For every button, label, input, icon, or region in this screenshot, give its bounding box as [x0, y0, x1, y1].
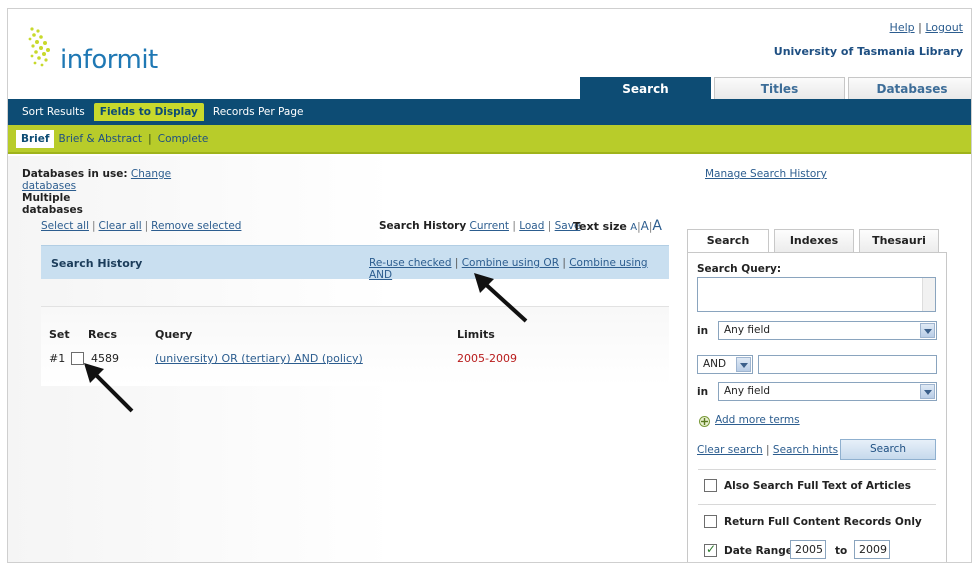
tab-search[interactable]: Search: [580, 77, 711, 99]
query-scrollbar[interactable]: [922, 278, 935, 311]
in-label: in: [697, 386, 709, 398]
nav-fields-to-display[interactable]: Fields to Display: [93, 103, 204, 121]
tab-titles[interactable]: Titles: [714, 77, 845, 99]
nav-records-per-page[interactable]: Records Per Page: [207, 103, 310, 121]
full-text-label: Also Search Full Text of Articles: [724, 480, 912, 492]
row-set: #1: [49, 352, 66, 365]
logo-dots-icon: [28, 27, 50, 67]
search-form-panel: Search Query: in Any field AND in Any fi…: [687, 252, 947, 562]
column-header-query: Query: [155, 328, 193, 341]
search-query-input[interactable]: [697, 277, 936, 312]
reuse-checked-link[interactable]: Re-use checked: [369, 257, 452, 269]
remove-selected-link[interactable]: Remove selected: [151, 220, 241, 232]
date-from-input[interactable]: 2005: [790, 540, 826, 559]
date-to-input[interactable]: 2009: [854, 540, 890, 559]
subnav-brief-abstract[interactable]: Brief & Abstract: [54, 131, 146, 147]
annotation-arrow-icon: [84, 363, 134, 413]
subnav-brief[interactable]: Brief: [16, 129, 55, 148]
databases-value: Multiple databases: [22, 192, 83, 216]
separator: |: [148, 132, 152, 145]
divider: [698, 504, 936, 505]
text-size-medium[interactable]: A: [641, 219, 649, 233]
search-hints-link[interactable]: Search hints: [773, 444, 838, 456]
search-history-title: Search History: [51, 257, 143, 270]
display-options-bar: Brief Brief & Abstract | Complete: [8, 125, 971, 154]
operator-select[interactable]: AND: [697, 355, 753, 374]
annotation-arrow-icon: [474, 273, 528, 323]
history-load-link[interactable]: Load: [519, 220, 544, 232]
tab-databases[interactable]: Databases: [848, 77, 971, 99]
search-query-label: Search Query:: [697, 263, 782, 275]
main-tabs: Search Titles Databases: [577, 77, 971, 99]
search-panel-tabs: Search Indexes Thesauri: [687, 229, 947, 254]
browser-frame: informit Help | Logout University of Tas…: [7, 8, 972, 563]
column-header-recs: Recs: [88, 328, 117, 341]
results-nav-bar: Sort Results Fields to Display Records P…: [8, 99, 971, 125]
text-size-control: Text size A|A|A: [573, 218, 662, 234]
clear-all-link[interactable]: Clear all: [99, 220, 142, 232]
history-links-label: Search History: [379, 220, 467, 232]
text-size-large[interactable]: A: [652, 218, 662, 234]
in-label: in: [697, 325, 709, 337]
informit-logo[interactable]: informit: [26, 25, 186, 79]
top-links: Help | Logout: [890, 21, 963, 34]
selection-links: Select all | Clear all | Remove selected: [41, 220, 242, 232]
logout-link[interactable]: Logout: [925, 21, 963, 34]
combine-or-link[interactable]: Combine using OR: [462, 257, 559, 269]
tab-indexes[interactable]: Indexes: [774, 229, 854, 253]
date-range-label: Date Range:: [724, 545, 798, 557]
operator-value: AND: [703, 358, 727, 370]
manage-search-history-link[interactable]: Manage Search History: [705, 168, 827, 180]
plus-icon[interactable]: [699, 416, 710, 427]
full-content-label: Return Full Content Records Only: [724, 516, 922, 528]
databases-in-use: Databases in use: Change databases Multi…: [22, 168, 222, 216]
full-text-checkbox[interactable]: [704, 479, 717, 492]
logo-text: informit: [60, 45, 158, 75]
column-header-set: Set: [49, 328, 70, 341]
clear-search-link[interactable]: Clear search: [697, 444, 763, 456]
field-select-1-value: Any field: [724, 324, 771, 336]
help-link[interactable]: Help: [890, 21, 915, 34]
search-term-input-2[interactable]: [758, 355, 937, 374]
column-header-limits: Limits: [457, 328, 495, 341]
select-all-link[interactable]: Select all: [41, 220, 89, 232]
tab-thesauri[interactable]: Thesauri: [859, 229, 939, 253]
library-name: University of Tasmania Library: [773, 45, 963, 58]
history-toolbar: Select all | Clear all | Remove selected Sea…: [41, 218, 669, 236]
date-to-label: to: [835, 545, 848, 557]
add-more-terms-link[interactable]: Add more terms: [715, 414, 800, 426]
history-links: Search History Current | Load | Save: [379, 220, 581, 232]
history-current-link[interactable]: Current: [470, 220, 509, 232]
subnav-complete[interactable]: Complete: [154, 131, 213, 147]
text-size-label: Text size: [573, 220, 627, 233]
chevron-down-icon[interactable]: [920, 384, 935, 399]
chevron-down-icon[interactable]: [920, 323, 935, 338]
row-query-link[interactable]: (university) OR (tertiary) AND (policy): [155, 352, 363, 365]
nav-sort-results[interactable]: Sort Results: [16, 103, 91, 121]
field-select-2-value: Any field: [724, 385, 771, 397]
row-limits: 2005-2009: [457, 352, 517, 365]
date-range-checkbox[interactable]: [704, 542, 717, 557]
tab-search-form[interactable]: Search: [687, 229, 769, 254]
databases-label: Databases in use:: [22, 168, 128, 180]
search-history-bar: Search History Re-use checked | Combine …: [41, 245, 669, 281]
divider: [698, 469, 936, 470]
chevron-down-icon[interactable]: [736, 357, 751, 372]
search-button[interactable]: Search: [840, 439, 936, 460]
full-content-checkbox[interactable]: [704, 515, 717, 528]
field-select-1[interactable]: Any field: [718, 321, 937, 340]
field-select-2[interactable]: Any field: [718, 382, 937, 401]
form-links: Clear search | Search hints: [697, 444, 839, 456]
